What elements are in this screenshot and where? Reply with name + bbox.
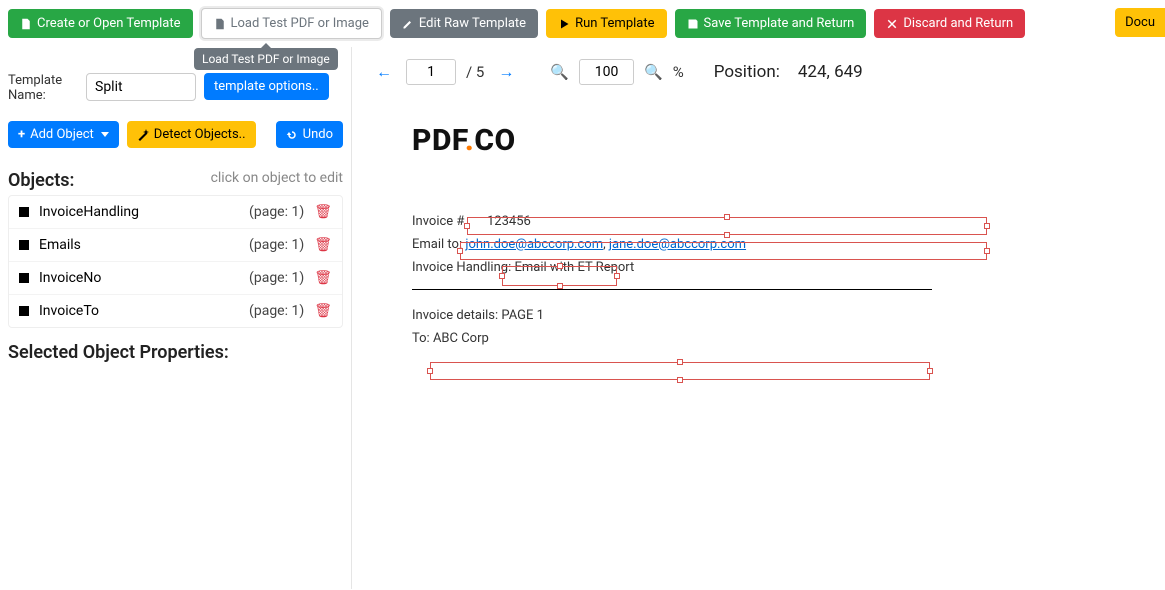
run-template-label: Run Template [575, 16, 654, 31]
main-area: Template Name: template options.. + Add … [0, 47, 1165, 589]
trash-icon[interactable]: 🗑 [314, 204, 332, 220]
play-icon [558, 18, 570, 30]
objects-list: InvoiceHandling (page: 1) 🗑 Emails (page:… [8, 195, 343, 328]
selection-invoice-no[interactable] [467, 217, 987, 235]
zoom-out-button[interactable]: 🔍 [550, 63, 569, 81]
detect-objects-button[interactable]: Detect Objects.. [127, 121, 256, 148]
magic-icon [137, 129, 149, 141]
invoice-details: Invoice details: PAGE 1 [412, 308, 1125, 323]
save-icon [687, 18, 699, 30]
square-icon [19, 240, 29, 250]
to-label: To: [412, 331, 430, 346]
square-icon [19, 273, 29, 283]
run-template-button[interactable]: Run Template [546, 9, 666, 38]
page-prev-button[interactable]: ← [372, 62, 396, 82]
top-toolbar: Create or Open Template Load Test PDF or… [0, 0, 1165, 47]
object-name: InvoiceHandling [39, 204, 139, 220]
load-test-pdf-label: Load Test PDF or Image [231, 16, 369, 31]
template-options-button[interactable]: template options.. [204, 73, 329, 100]
file-pdf-icon [214, 18, 226, 30]
zoom-input[interactable] [579, 59, 634, 85]
edit-raw-label: Edit Raw Template [419, 16, 526, 31]
object-row[interactable]: Emails (page: 1) 🗑 [9, 229, 342, 262]
trash-icon[interactable]: 🗑 [314, 303, 332, 319]
viewer-toolbar: ← / 5 → 🔍 🔍 % Position: 424, 649 [352, 47, 1165, 93]
object-page: (page: 1) [249, 237, 304, 253]
create-template-label: Create or Open Template [37, 16, 181, 31]
trash-icon[interactable]: 🗑 [314, 270, 332, 286]
page-number-input[interactable] [406, 59, 456, 85]
selection-invoice-to[interactable] [430, 362, 930, 380]
selected-properties-header: Selected Object Properties: [8, 342, 343, 363]
viewer-panel: ← / 5 → 🔍 🔍 % Position: 424, 649 PDF.CO … [352, 47, 1165, 589]
undo-button[interactable]: Undo [276, 121, 343, 148]
square-icon [19, 207, 29, 217]
object-name: InvoiceNo [39, 270, 101, 286]
page-total-label: / 5 [466, 63, 484, 81]
add-object-button[interactable]: + Add Object [8, 121, 119, 148]
handling-label: Invoice Handling: [412, 260, 511, 275]
position-label: Position: [714, 62, 780, 82]
square-icon [19, 306, 29, 316]
objects-header: Objects: [8, 170, 74, 191]
to-value: ABC Corp [433, 331, 489, 346]
object-name: Emails [39, 237, 81, 253]
template-name-input[interactable] [86, 73, 196, 101]
pdf-logo: PDF.CO [412, 123, 1125, 158]
invoice-no-label: Invoice # [412, 214, 464, 229]
object-page: (page: 1) [249, 204, 304, 220]
pdf-canvas[interactable]: PDF.CO Invoice # 123456 Email to: john.d… [352, 93, 1165, 589]
docu-button[interactable]: Docu [1115, 8, 1165, 37]
position-value: 424, 649 [798, 62, 863, 82]
edit-raw-button[interactable]: Edit Raw Template [390, 9, 538, 38]
chevron-down-icon [101, 132, 109, 137]
create-template-button[interactable]: Create or Open Template [8, 9, 193, 38]
zoom-in-button[interactable]: 🔍 [644, 63, 663, 81]
add-object-label: Add Object [30, 127, 94, 142]
undo-icon [286, 129, 298, 141]
zoom-unit: % [673, 63, 684, 81]
object-row[interactable]: InvoiceTo (page: 1) 🗑 [9, 295, 342, 327]
detect-objects-label: Detect Objects.. [154, 127, 246, 142]
object-page: (page: 1) [249, 303, 304, 319]
save-return-label: Save Template and Return [704, 16, 855, 31]
page-next-button[interactable]: → [494, 62, 518, 82]
selection-emails[interactable] [460, 242, 987, 260]
undo-label: Undo [303, 127, 333, 142]
save-return-button[interactable]: Save Template and Return [675, 9, 867, 38]
file-icon [20, 18, 32, 30]
selection-handling[interactable] [502, 266, 617, 286]
separator-line [412, 289, 932, 290]
email-label: Email to: [412, 237, 462, 252]
pencil-icon [402, 18, 414, 30]
objects-hint: click on object to edit [211, 170, 343, 186]
object-row[interactable]: InvoiceNo (page: 1) 🗑 [9, 262, 342, 295]
trash-icon[interactable]: 🗑 [314, 237, 332, 253]
discard-return-label: Discard and Return [903, 16, 1013, 31]
object-name: InvoiceTo [39, 303, 99, 319]
object-row[interactable]: InvoiceHandling (page: 1) 🗑 [9, 196, 342, 229]
close-icon [886, 18, 898, 30]
discard-return-button[interactable]: Discard and Return [874, 9, 1025, 38]
object-page: (page: 1) [249, 270, 304, 286]
left-panel: Template Name: template options.. + Add … [0, 47, 352, 589]
load-test-pdf-button[interactable]: Load Test PDF or Image [201, 8, 382, 39]
template-name-label: Template Name: [8, 73, 78, 103]
